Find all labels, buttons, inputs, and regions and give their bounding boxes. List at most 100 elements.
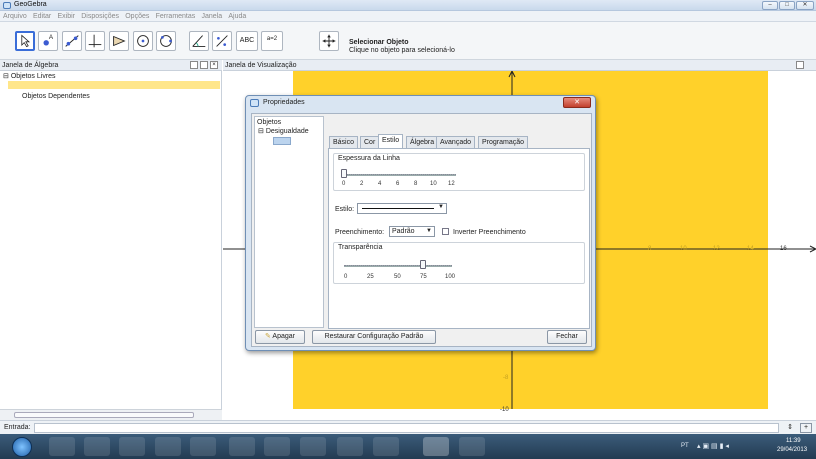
line-thickness-label: Espessura da Linha	[338, 155, 400, 162]
tab-cor[interactable]: Cor	[360, 136, 380, 148]
dialog-close-icon[interactable]: ✕	[563, 97, 591, 108]
window-title: GeoGebra	[14, 1, 47, 8]
transparency-label: Transparência	[338, 244, 383, 251]
network-taskbar-icon[interactable]	[264, 437, 290, 456]
object-tree: Objetos ⊟ Desigualdade	[254, 116, 324, 328]
reflect-tool-button[interactable]	[212, 31, 232, 51]
geogebra-taskbar-icon[interactable]	[423, 437, 449, 456]
tree-node-inequality[interactable]: ⊟ Desigualdade	[258, 127, 309, 135]
tool-tip-title: Selecionar Objeto	[349, 39, 409, 46]
scrollbar-thumb[interactable]	[14, 412, 194, 418]
menu-ferramentas[interactable]: Ferramentas	[156, 13, 196, 20]
delete-button[interactable]: ✎ Apagar	[255, 330, 305, 344]
perpendicular-tool-button[interactable]	[85, 31, 105, 51]
line-style-preview	[362, 208, 434, 209]
skype-taskbar-icon[interactable]	[229, 437, 255, 456]
menu-opcoes[interactable]: Opções	[125, 13, 149, 20]
minimize-button[interactable]: –	[762, 1, 778, 10]
style-label: Estilo:	[335, 206, 355, 213]
line-style-select[interactable]: ▼	[357, 203, 447, 214]
menu-ajuda[interactable]: Ajuda	[228, 13, 246, 20]
input-field[interactable]	[34, 423, 779, 433]
dialog-title: Propriedades	[263, 99, 305, 106]
restore-defaults-button[interactable]: Restaurar Configuração Padrão	[312, 330, 436, 344]
transparency-group: Transparência 0 25 50 75 100	[333, 242, 585, 284]
x-tick-14: 14	[747, 246, 754, 252]
transparency-tick-50: 50	[394, 274, 401, 280]
thickness-tick-2: 2	[360, 181, 364, 187]
menu-arquivo[interactable]: Arquivo	[3, 13, 27, 20]
x-tick-10: 10	[680, 246, 687, 252]
clock-date[interactable]: 29/04/2013	[777, 447, 807, 453]
tab-programacao[interactable]: Programação	[478, 136, 529, 148]
graphics-view-title: Janela de Visualização	[225, 62, 297, 69]
point-tool-button[interactable]: A	[38, 31, 58, 51]
circle-tool-button[interactable]	[133, 31, 153, 51]
notes-taskbar-icon[interactable]	[373, 437, 399, 456]
start-button[interactable]	[12, 437, 32, 457]
fill-value: Padrão	[392, 228, 415, 235]
firefox-taskbar-icon[interactable]	[84, 437, 110, 456]
invert-fill-checkbox[interactable]	[442, 228, 449, 235]
close-window-button[interactable]: ✕	[796, 1, 814, 10]
move-graphics-tool-button[interactable]	[319, 31, 339, 51]
menu-exibir[interactable]: Exibir	[58, 13, 76, 20]
geogebra2-taskbar-icon[interactable]	[459, 437, 485, 456]
transparency-track	[344, 265, 452, 267]
dependent-objects-node[interactable]: Objetos Dependentes	[22, 93, 90, 100]
algebra-view-close-icon[interactable]: ×	[210, 61, 218, 69]
algebra-view-undock-icon[interactable]	[200, 61, 208, 69]
polygon-tool-button[interactable]	[109, 31, 129, 51]
tab-algebra[interactable]: Álgebra	[406, 136, 439, 148]
thickness-tick-8: 8	[414, 181, 418, 187]
menu-disposicoes[interactable]: Disposições	[81, 13, 119, 20]
thickness-tick-4: 4	[378, 181, 382, 187]
explorer-taskbar-icon[interactable]	[49, 437, 75, 456]
window-taskbar-icon[interactable]	[300, 437, 326, 456]
transparency-tick-25: 25	[367, 274, 374, 280]
menu-editar[interactable]: Editar	[33, 13, 51, 20]
circle-three-points-tool-button[interactable]	[156, 31, 176, 51]
input-keyboard-icon[interactable]: +	[800, 423, 812, 433]
tree-object-item[interactable]	[273, 137, 291, 145]
algebra-view-menu-icon[interactable]	[190, 61, 198, 69]
input-label: Entrada:	[4, 424, 31, 431]
menu-janela[interactable]: Janela	[202, 13, 223, 20]
line-tool-button[interactable]	[62, 31, 82, 51]
input-help-icon[interactable]: ⇕	[784, 423, 796, 433]
transparency-slider[interactable]	[420, 260, 426, 269]
text-tool-button[interactable]: ABC	[236, 31, 258, 51]
angle-tool-button[interactable]	[189, 31, 209, 51]
language-indicator[interactable]: PT	[681, 443, 689, 449]
move-tool-button[interactable]	[15, 31, 35, 51]
chrome-taskbar-icon[interactable]	[155, 437, 181, 456]
thickness-tick-6: 6	[396, 181, 400, 187]
eraser-icon: ✎	[264, 333, 271, 340]
fill-label: Preenchimento:	[335, 229, 385, 236]
tab-avancado[interactable]: Avançado	[436, 136, 476, 148]
algebra-scrollbar[interactable]	[0, 409, 222, 420]
media-taskbar-icon[interactable]	[190, 437, 216, 456]
line-thickness-track	[344, 174, 456, 176]
maximize-button[interactable]: □	[779, 1, 795, 10]
slider-tool-button[interactable]: a=2	[261, 31, 283, 51]
x-tick-16: 16	[780, 246, 787, 252]
geogebra-logo-icon	[3, 2, 11, 9]
word-taskbar-icon[interactable]	[337, 437, 363, 456]
inequality-row[interactable]	[8, 81, 220, 89]
ie-taskbar-icon[interactable]	[119, 437, 145, 456]
tree-root[interactable]: Objetos	[257, 119, 281, 126]
tab-basico[interactable]: Básico	[329, 136, 359, 148]
free-objects-node[interactable]: ⊟ Objetos Livres	[3, 72, 56, 80]
line-thickness-slider[interactable]	[341, 169, 347, 178]
tab-estilo[interactable]: Estilo	[378, 134, 404, 148]
free-objects-label: Objetos Livres	[10, 73, 56, 80]
fill-select[interactable]: Padrão ▼	[389, 226, 435, 237]
clock-time[interactable]: 11:39	[786, 438, 801, 444]
delete-label: Apagar	[272, 333, 295, 340]
graphics-view-menu-icon[interactable]	[796, 61, 804, 69]
transparency-tick-100: 100	[445, 274, 456, 280]
close-button[interactable]: Fechar	[547, 330, 587, 344]
line-thickness-group: Espessura da Linha 0 2 4 6 8 10 12	[333, 153, 585, 191]
tray-icons[interactable]: ▴ ▣ ▤ ▮ ◂	[697, 442, 729, 450]
